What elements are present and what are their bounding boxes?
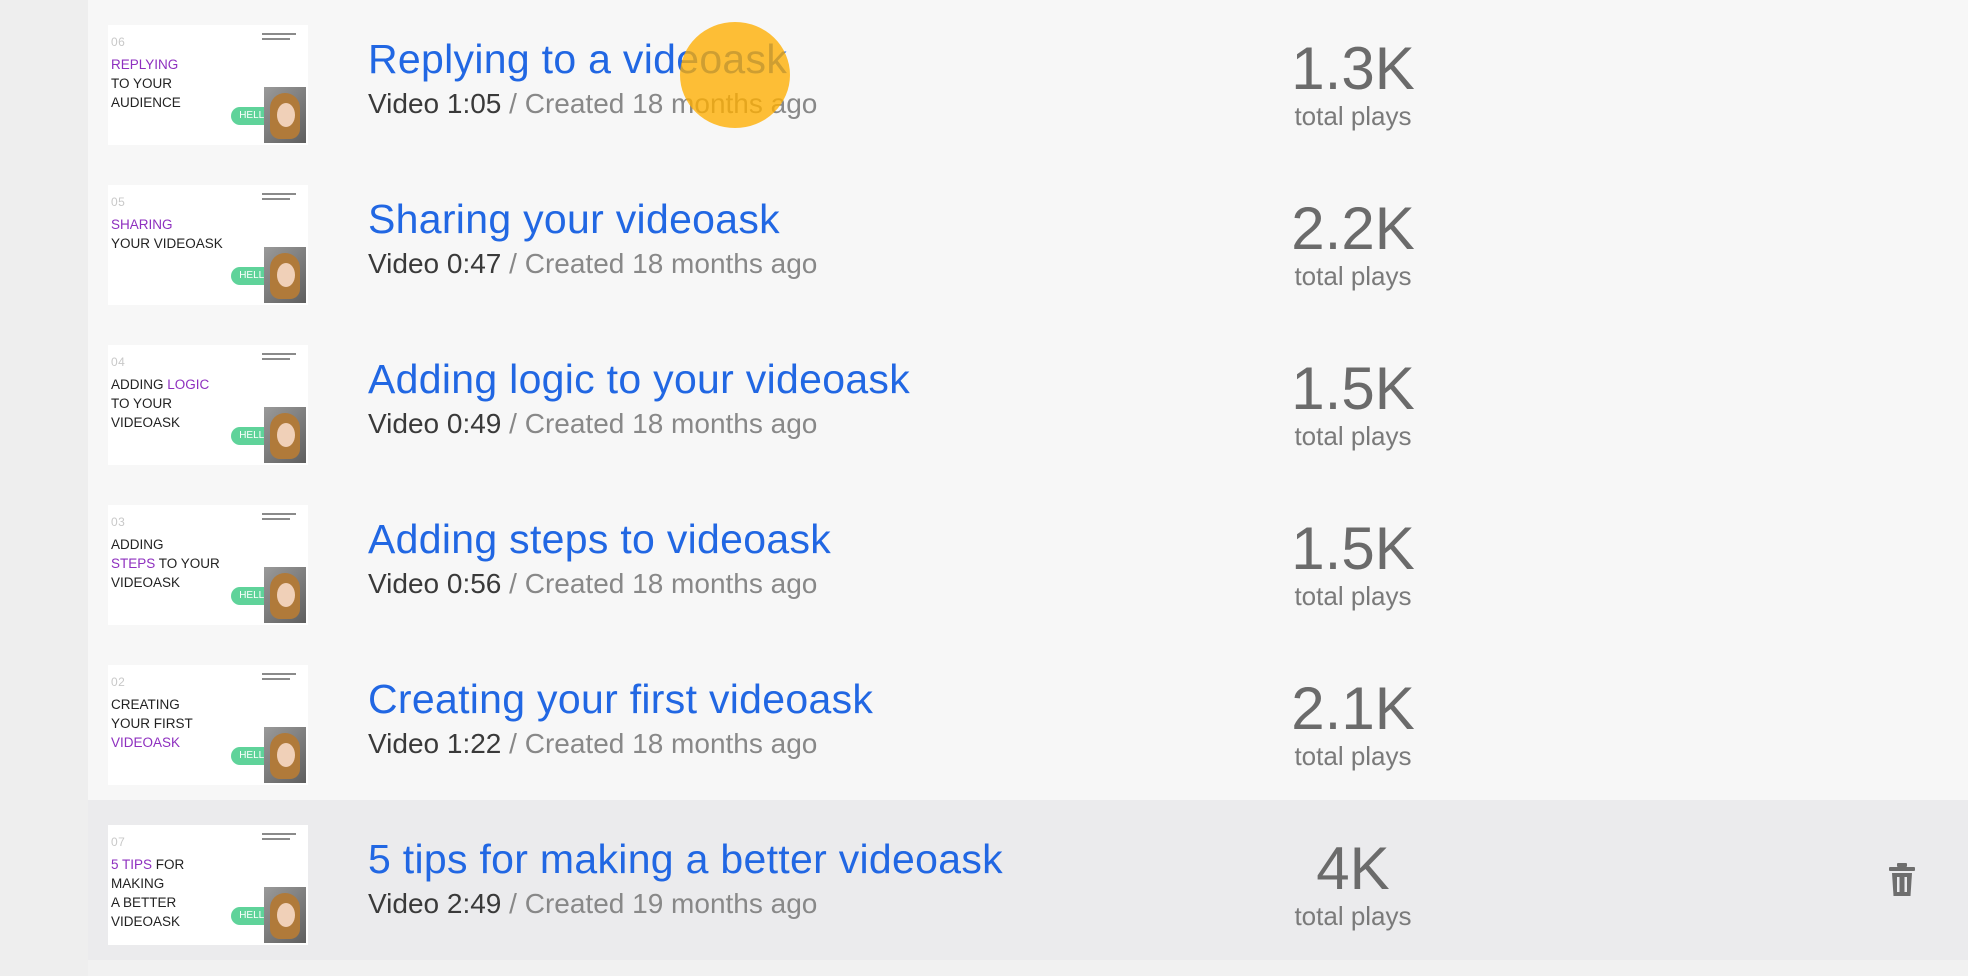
thumbnail-text: CREATING YOUR FIRST VIDEOASK xyxy=(111,697,193,750)
video-title-link[interactable]: Adding steps to videoask xyxy=(368,516,831,563)
presenter-photo xyxy=(264,247,306,303)
thumbnail-number: 05 xyxy=(111,195,126,209)
video-row[interactable]: 05 SHARING YOUR VIDEOASK HELLO Sharing y… xyxy=(88,160,1968,320)
video-duration: Video 0:47 xyxy=(368,248,502,279)
thumbnail-text: 5 TIPS FOR MAKING A BETTER VIDEOASK xyxy=(111,857,185,929)
thumbnail-number: 07 xyxy=(111,835,126,849)
video-row[interactable]: 06 REPLYING TO YOUR AUDIENCE HELLO Reply… xyxy=(88,0,1968,160)
plays-label: total plays xyxy=(1294,581,1412,611)
video-row[interactable]: 03 ADDING STEPS TO YOUR VIDEOASK HELLO A… xyxy=(88,480,1968,640)
video-title-link[interactable]: Sharing your videoask xyxy=(368,196,780,243)
video-meta: Video 1:22 / Created 18 months ago xyxy=(368,728,817,760)
presenter-photo xyxy=(264,567,306,623)
play-stats: 1.5K total plays xyxy=(1278,515,1428,611)
thumbnail-caption-lines xyxy=(262,353,296,363)
video-duration: Video 0:56 xyxy=(368,568,502,599)
thumbnail-number: 04 xyxy=(111,355,126,369)
thumbnail-caption-lines xyxy=(262,833,296,843)
video-meta: Video 2:49 / Created 19 months ago xyxy=(368,888,817,920)
thumbnail-caption-lines xyxy=(262,513,296,523)
thumbnail-caption-lines xyxy=(262,33,296,43)
thumbnail-number: 03 xyxy=(111,515,126,529)
video-thumbnail[interactable]: 06 REPLYING TO YOUR AUDIENCE HELLO xyxy=(108,25,308,145)
video-title-link[interactable]: 5 tips for making a better videoask xyxy=(368,836,1003,883)
thumbnail-caption-lines xyxy=(262,193,296,203)
plays-label: total plays xyxy=(1294,741,1412,771)
video-created: / Created 18 months ago xyxy=(501,568,818,599)
video-duration: Video 0:49 xyxy=(368,408,502,439)
video-thumbnail[interactable]: 05 SHARING YOUR VIDEOASK HELLO xyxy=(108,185,308,305)
video-row[interactable]: 07 5 TIPS FOR MAKING A BETTER VIDEOASK H… xyxy=(88,800,1968,960)
video-thumbnail[interactable]: 03 ADDING STEPS TO YOUR VIDEOASK HELLO xyxy=(108,505,308,625)
plays-count: 2.1K xyxy=(1291,675,1415,742)
thumbnail-text: REPLYING TO YOUR AUDIENCE xyxy=(111,57,181,110)
video-meta: Video 0:49 / Created 18 months ago xyxy=(368,408,817,440)
plays-label: total plays xyxy=(1294,261,1412,291)
plays-label: total plays xyxy=(1294,101,1412,131)
plays-count: 1.5K xyxy=(1291,515,1415,582)
video-title-link[interactable]: Adding logic to your videoask xyxy=(368,356,910,403)
video-duration: Video 2:49 xyxy=(368,888,502,919)
play-stats: 1.5K total plays xyxy=(1278,355,1428,451)
thumbnail-number: 02 xyxy=(111,675,126,689)
video-title-link[interactable]: Creating your first videoask xyxy=(368,676,873,723)
play-stats: 1.3K total plays xyxy=(1278,35,1428,131)
video-row[interactable]: 04 ADDING LOGIC TO YOUR VIDEOASK HELLO A… xyxy=(88,320,1968,480)
play-stats: 2.1K total plays xyxy=(1278,675,1428,771)
video-created: / Created 19 months ago xyxy=(501,888,818,919)
left-gutter xyxy=(0,0,88,976)
thumbnail-text: SHARING YOUR VIDEOASK xyxy=(111,217,223,251)
play-stats: 2.2K total plays xyxy=(1278,195,1428,291)
presenter-photo xyxy=(264,887,306,943)
trash-icon[interactable] xyxy=(1886,862,1918,898)
presenter-photo xyxy=(264,727,306,783)
plays-label: total plays xyxy=(1294,901,1412,931)
video-thumbnail[interactable]: 04 ADDING LOGIC TO YOUR VIDEOASK HELLO xyxy=(108,345,308,465)
presenter-photo xyxy=(264,87,306,143)
click-indicator xyxy=(680,22,790,128)
video-row[interactable]: 02 CREATING YOUR FIRST VIDEOASK HELLO Cr… xyxy=(88,640,1968,800)
presenter-photo xyxy=(264,407,306,463)
plays-label: total plays xyxy=(1294,421,1412,451)
video-created: / Created 18 months ago xyxy=(501,248,818,279)
thumbnail-text: ADDING LOGIC TO YOUR VIDEOASK xyxy=(111,377,210,430)
video-created: / Created 18 months ago xyxy=(501,728,818,759)
plays-count: 4K xyxy=(1316,835,1390,902)
plays-count: 2.2K xyxy=(1291,195,1415,262)
video-meta: Video 0:56 / Created 18 months ago xyxy=(368,568,817,600)
video-thumbnail[interactable]: 07 5 TIPS FOR MAKING A BETTER VIDEOASK H… xyxy=(108,825,308,945)
video-created: / Created 18 months ago xyxy=(501,408,818,439)
thumbnail-number: 06 xyxy=(111,35,126,49)
video-list: 06 REPLYING TO YOUR AUDIENCE HELLO Reply… xyxy=(88,0,1968,966)
video-duration: Video 1:22 xyxy=(368,728,502,759)
thumbnail-caption-lines xyxy=(262,673,296,683)
video-duration: Video 1:05 xyxy=(368,88,502,119)
plays-count: 1.5K xyxy=(1291,355,1415,422)
plays-count: 1.3K xyxy=(1291,35,1415,102)
play-stats: 4K total plays xyxy=(1278,835,1428,931)
thumbnail-text: ADDING STEPS TO YOUR VIDEOASK xyxy=(111,537,220,590)
video-thumbnail[interactable]: 02 CREATING YOUR FIRST VIDEOASK HELLO xyxy=(108,665,308,785)
video-meta: Video 0:47 / Created 18 months ago xyxy=(368,248,817,280)
